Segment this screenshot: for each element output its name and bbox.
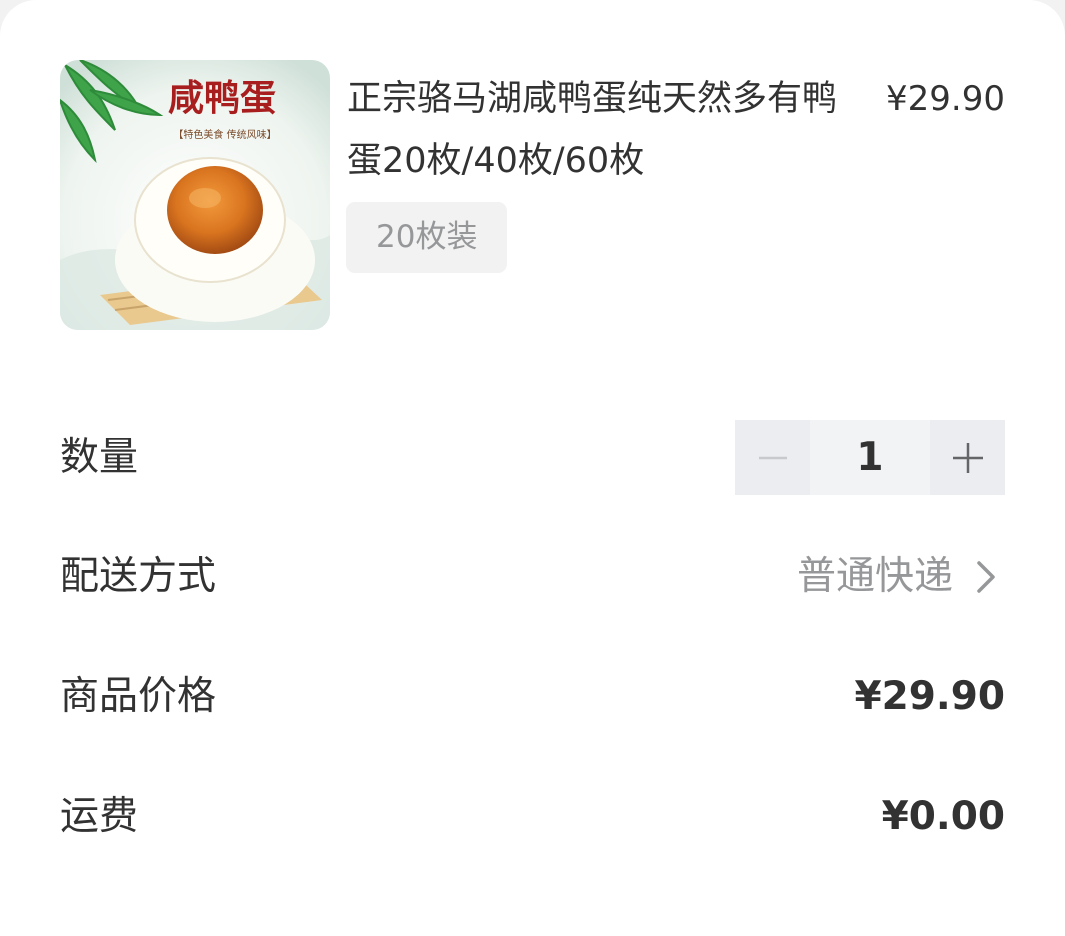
minus-icon: [758, 456, 787, 459]
goods-price-label: 商品价格: [60, 674, 217, 719]
delivery-label: 配送方式: [60, 554, 217, 599]
shipping-label: 运费: [60, 794, 139, 839]
quantity-stepper[interactable]: [735, 420, 1005, 495]
salted-egg-image: 咸鸭蛋 【特色美食 传统风味】: [60, 60, 330, 330]
quantity-row: 数量: [60, 420, 1005, 495]
product-info: 咸鸭蛋 【特色美食 传统风味】 正宗骆马湖咸鸭蛋纯天然多有鸭蛋20枚/40枚/6…: [60, 60, 1005, 330]
goods-price-value: ¥29.90: [854, 674, 1006, 719]
product-title: 正宗骆马湖咸鸭蛋纯天然多有鸭蛋20枚/40枚/60枚: [347, 79, 838, 181]
spec-tag: 20枚装: [346, 202, 508, 273]
image-title-text: 咸鸭蛋: [168, 77, 276, 119]
increase-button[interactable]: [930, 420, 1005, 495]
plus-icon: [952, 442, 983, 473]
quantity-input[interactable]: [810, 420, 930, 495]
decrease-button[interactable]: [735, 420, 810, 495]
shipping-value: ¥0.00: [881, 794, 1005, 839]
delivery-value: 普通快递: [796, 554, 953, 599]
shipping-row: 运费 ¥0.00: [60, 779, 1005, 854]
delivery-row[interactable]: 配送方式 普通快递: [60, 539, 1005, 614]
product-image[interactable]: 咸鸭蛋 【特色美食 传统风味】: [60, 60, 330, 330]
product-price: ¥29.90: [886, 79, 1005, 119]
order-card: 咸鸭蛋 【特色美食 传统风味】 正宗骆马湖咸鸭蛋纯天然多有鸭蛋20枚/40枚/6…: [0, 0, 1065, 936]
goods-price-row: 商品价格 ¥29.90: [60, 659, 1005, 734]
chevron-right-icon: [977, 561, 995, 593]
image-subtitle-text: 【特色美食 传统风味】: [173, 128, 276, 141]
quantity-label: 数量: [60, 435, 139, 480]
